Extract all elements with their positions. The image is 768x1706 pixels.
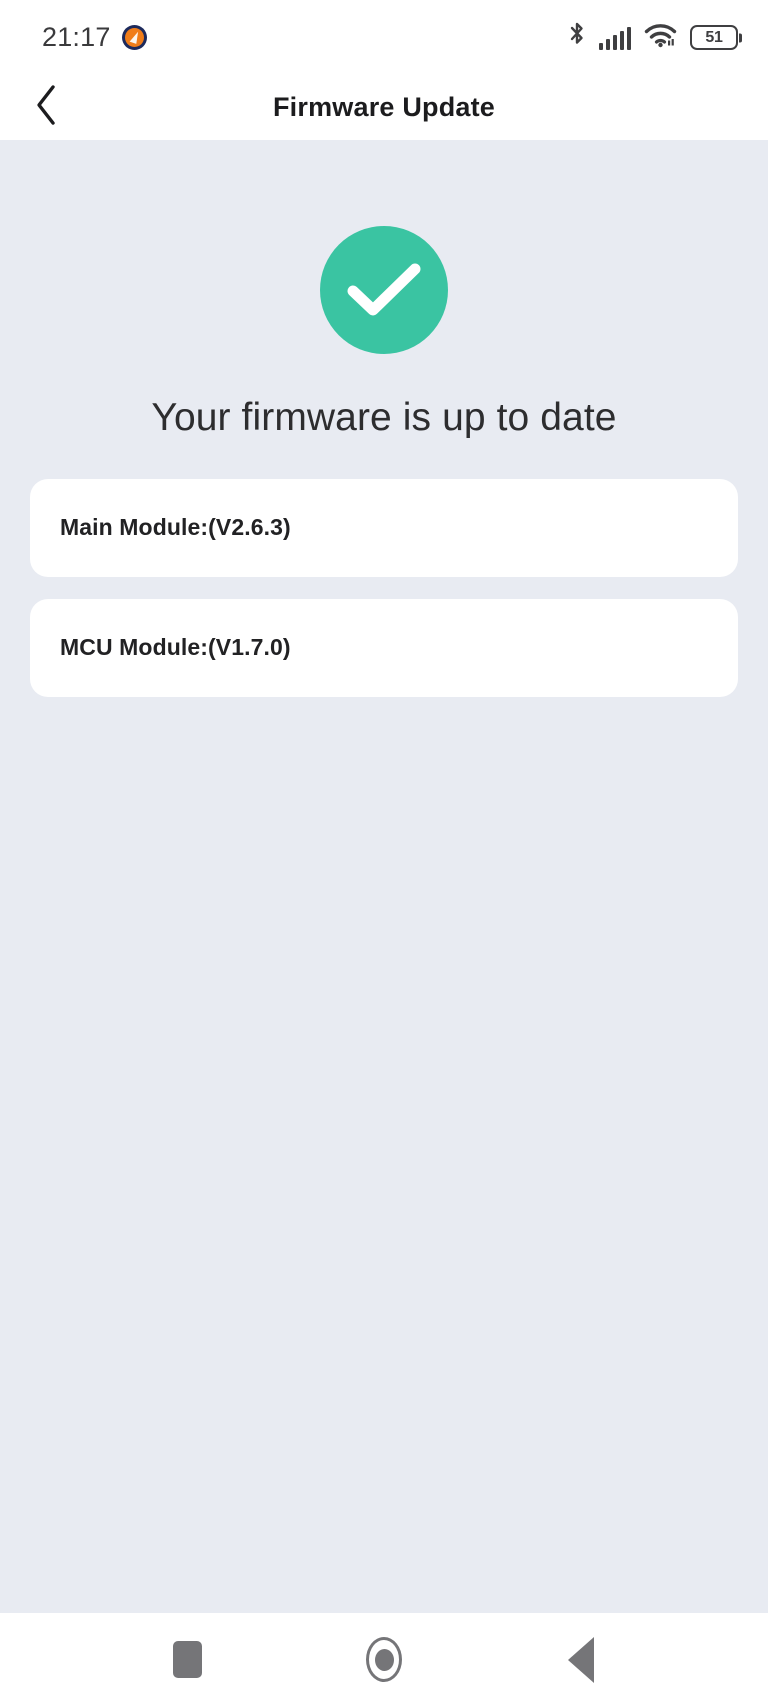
square-recents-icon [172, 1641, 202, 1678]
main-content: Your firmware is up to date Main Module:… [0, 140, 768, 1613]
page-title: Firmware Update [272, 92, 496, 122]
triangle-back-icon [568, 1636, 594, 1683]
module-list: Main Module:(V2.6.3) MCU Module:(V1.7.0) [0, 478, 768, 697]
status-bar: 21:17 51 [0, 0, 768, 75]
check-circle-icon [320, 226, 448, 354]
firmware-status-heading: Your firmware is up to date [151, 396, 617, 439]
module-label: MCU Module:(V1.7.0) [60, 634, 291, 661]
status-bar-left: 21:17 [42, 22, 147, 53]
wifi-icon [644, 22, 677, 53]
app-header: Firmware Update [0, 75, 768, 140]
home-button[interactable] [353, 1629, 415, 1691]
cellular-signal-icon [598, 25, 631, 50]
bluetooth-icon [568, 22, 586, 53]
flame-app-icon [121, 25, 147, 50]
circle-home-icon [366, 1637, 402, 1682]
phone-screen: 21:17 51 Firmware Update Your firmware i… [0, 0, 768, 1706]
module-card-mcu[interactable]: MCU Module:(V1.7.0) [30, 598, 738, 697]
module-card-main[interactable]: Main Module:(V2.6.3) [30, 478, 738, 577]
back-button[interactable] [22, 84, 70, 132]
battery-indicator: 51 [690, 25, 738, 50]
status-bar-right: 51 [568, 22, 738, 53]
module-label: Main Module:(V2.6.3) [60, 514, 291, 541]
system-navigation-bar [0, 1613, 768, 1706]
recents-button[interactable] [156, 1629, 218, 1691]
chevron-left-icon [33, 83, 59, 132]
battery-level-label: 51 [705, 28, 723, 46]
system-back-button[interactable] [550, 1629, 612, 1691]
status-bar-clock: 21:17 [42, 22, 111, 52]
